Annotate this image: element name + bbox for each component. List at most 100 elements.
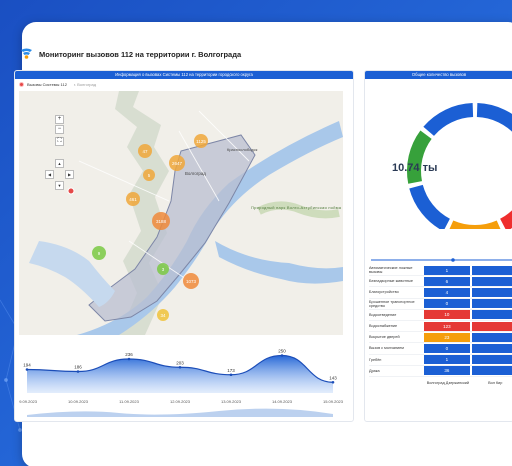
trend-point[interactable] (76, 370, 80, 373)
pan-left-button[interactable]: ◀ (45, 170, 54, 179)
count-cell[interactable] (471, 366, 512, 376)
map-label-park: Природный парк Волго-Ахтубинская пойма (251, 205, 342, 210)
trend-value-label: 203 (176, 360, 184, 365)
row-category-label: Гребён (369, 357, 382, 362)
calls-by-category-table: Автоматические ложные вызовы 1 Безнадзорны… (369, 265, 512, 385)
count-cell[interactable]: 0 (424, 299, 470, 309)
cluster-2-label: 1125 (196, 139, 206, 144)
trend-date-label: 14.09.2023 (272, 399, 293, 404)
table-row[interactable]: Брошенное транспортное средство 0 (369, 299, 512, 310)
summary-panel: Общее количество вызовов 10.74 ты Автома… (364, 70, 512, 422)
pan-right-button[interactable]: ▶ (65, 170, 74, 179)
row-category-label: Благоустройство (369, 290, 399, 295)
call-cluster[interactable]: 3188 (152, 212, 170, 230)
trend-point[interactable] (127, 357, 131, 361)
row-category-label: Вызов с молчанием (369, 346, 404, 351)
trend-date-label: 15.09.2023 (323, 399, 344, 404)
table-row[interactable]: Вызов с молчанием 0 (369, 343, 512, 355)
donut-segment[interactable] (476, 103, 512, 136)
call-cluster[interactable]: 9 (92, 246, 106, 260)
trend-point[interactable] (229, 373, 233, 377)
call-cluster[interactable]: 1073 (183, 273, 199, 289)
map-panel-title: Информация о вызовах Системы 112 на терр… (15, 71, 353, 79)
row-category-label: Автоматические ложные вызовы (369, 266, 413, 275)
total-calls-value: 10.74 ты (392, 162, 438, 174)
trend-point[interactable] (178, 365, 182, 369)
table-row[interactable]: Драка 36 (369, 366, 512, 377)
trend-point[interactable] (331, 380, 335, 384)
call-cluster[interactable]: 1125 (194, 134, 208, 148)
count-cell[interactable]: 36 (424, 366, 470, 376)
count-cell[interactable] (471, 265, 512, 275)
trend-value-label: 194 (23, 363, 31, 368)
fullscreen-icon[interactable]: ⛶ (55, 137, 64, 146)
row-category-label: Драка (369, 368, 380, 373)
call-cluster[interactable]: 2647 (169, 155, 185, 171)
count-cell[interactable]: 1 (424, 265, 470, 275)
count-cell[interactable]: 23 (424, 332, 470, 342)
count-cell[interactable]: 123 (424, 321, 470, 331)
count-cell[interactable] (471, 310, 512, 320)
count-cell[interactable] (471, 332, 512, 342)
district-column-header[interactable]: Волгоград Дзержинский (424, 381, 471, 386)
count-cell[interactable] (471, 321, 512, 331)
table-row[interactable]: Водоснабжение 123 (369, 321, 512, 333)
trend-value-label: 236 (125, 352, 133, 357)
district-column-header[interactable]: Вол Кир (472, 381, 512, 386)
pan-down-button[interactable]: ▼ (55, 181, 64, 190)
pan-up-button[interactable]: ▲ (55, 159, 64, 168)
table-row[interactable]: Безнадзорные животные 6 (369, 276, 512, 288)
table-row[interactable]: Водоотведение 10 (369, 310, 512, 321)
cluster-10-label: 34 (160, 313, 166, 318)
trend-date-label: 09.09.2023 (19, 399, 38, 404)
table-row[interactable]: Вскрытие дверей 23 (369, 332, 512, 344)
trend-value-label: 143 (329, 375, 337, 380)
donut-segment[interactable] (423, 103, 474, 136)
page-header: Мониторинг вызовов 112 на территории г. … (20, 48, 241, 60)
calls-trend-chart: 194 09.09.2023 186 10.09.2023 236 11.09.2023 2… (19, 349, 344, 417)
call-cluster[interactable]: 461 (126, 192, 140, 206)
count-cell[interactable] (471, 343, 512, 353)
call-cluster[interactable]: 3 (157, 263, 169, 275)
trend-navigator[interactable] (27, 408, 333, 417)
call-cluster[interactable]: 34 (157, 309, 169, 321)
calls-layer-icon (19, 82, 24, 87)
count-cell[interactable] (471, 287, 512, 297)
row-category-label: Брошенное транспортное средство (369, 299, 415, 308)
zoom-in-button[interactable]: + (55, 115, 64, 124)
trend-point[interactable] (280, 354, 284, 357)
count-cell[interactable]: 6 (424, 276, 470, 286)
legend-region-label[interactable]: г. Волгоград (74, 82, 96, 87)
map-label-krasnoslobodsk: Краснослободск (227, 147, 258, 152)
cluster-9-label: 1073 (186, 279, 197, 284)
city-map[interactable]: Волгоград Краснослободск Природный парк … (19, 91, 343, 335)
cluster-3-label: 2647 (172, 161, 183, 166)
system-112-logo-icon (21, 48, 32, 59)
zoom-out-button[interactable]: − (55, 125, 64, 134)
total-calls-donut (407, 103, 512, 229)
table-column-headers: Волгоград Дзержинский Вол Кир (369, 381, 512, 386)
count-cell[interactable]: 10 (424, 310, 470, 320)
count-cell[interactable]: 0 (424, 343, 470, 353)
table-scroll-track[interactable] (365, 258, 512, 262)
table-row[interactable]: Автоматические ложные вызовы 1 (369, 265, 512, 277)
trend-date-label: 10.09.2023 (68, 399, 89, 404)
count-cell[interactable]: 4 (424, 287, 470, 297)
donut-segment[interactable] (409, 184, 450, 229)
map-legend: Вызовы Системы 112 г. Волгоград (19, 82, 96, 87)
donut-segment[interactable] (407, 130, 432, 184)
trend-point[interactable] (25, 368, 29, 371)
cluster-5-label: 461 (129, 197, 137, 202)
legend-layer-label[interactable]: Вызовы Системы 112 (27, 82, 67, 87)
count-cell[interactable]: 1 (424, 355, 470, 365)
table-row[interactable]: Благоустройство 4 (369, 287, 512, 299)
table-row[interactable]: Гребён 1 (369, 355, 512, 366)
count-cell[interactable] (471, 299, 512, 309)
count-cell[interactable] (471, 355, 512, 365)
call-cluster[interactable]: 47 (138, 144, 152, 158)
row-category-label: Водоснабжение (369, 324, 398, 329)
call-cluster[interactable]: 5 (143, 169, 155, 181)
donut-segment[interactable] (448, 220, 503, 229)
donut-segment[interactable] (500, 185, 512, 229)
count-cell[interactable] (471, 276, 512, 286)
